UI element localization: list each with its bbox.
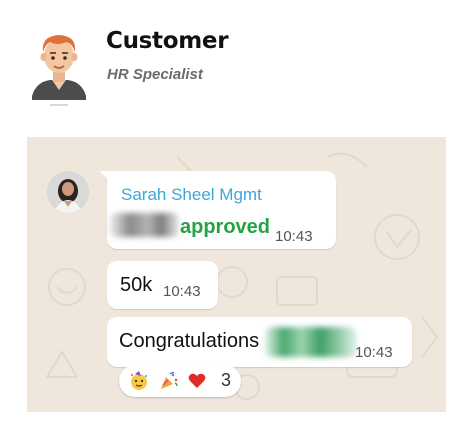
cartoon-man-avatar-icon xyxy=(32,35,86,106)
message-text: 50k xyxy=(120,274,153,296)
party-face-icon xyxy=(131,371,147,390)
party-popper-icon xyxy=(161,372,178,389)
contact-name: Customer xyxy=(106,28,229,54)
message-bubble[interactable]: 50k 10:43 xyxy=(107,261,218,309)
reaction-count: 3 xyxy=(221,370,232,390)
message-time: 10:43 xyxy=(355,344,393,361)
red-heart-icon xyxy=(188,373,206,388)
contact-role: HR Specialist xyxy=(107,66,203,83)
contact-header: Customer HR Specialist xyxy=(0,0,460,120)
redacted-text xyxy=(265,327,357,357)
sender-name[interactable]: Sarah Sheel Mgmt xyxy=(121,185,262,205)
message-text: Congratulations xyxy=(119,330,260,352)
chat-panel[interactable]: Sarah Sheel Mgmt approved 10:43 50k 10:4… xyxy=(27,137,446,412)
message-bubble[interactable]: Sarah Sheel Mgmt approved 10:43 xyxy=(107,171,336,249)
message-bubble[interactable]: Congratulations 10:43 xyxy=(107,317,412,367)
redacted-text xyxy=(109,213,179,237)
reactions-pill[interactable]: 3 xyxy=(119,365,241,397)
message-time: 10:43 xyxy=(275,228,313,245)
message-text: approved xyxy=(180,216,271,238)
message-time: 10:43 xyxy=(163,283,201,300)
sender-avatar[interactable] xyxy=(47,171,89,213)
woman-portrait-icon xyxy=(47,171,89,213)
